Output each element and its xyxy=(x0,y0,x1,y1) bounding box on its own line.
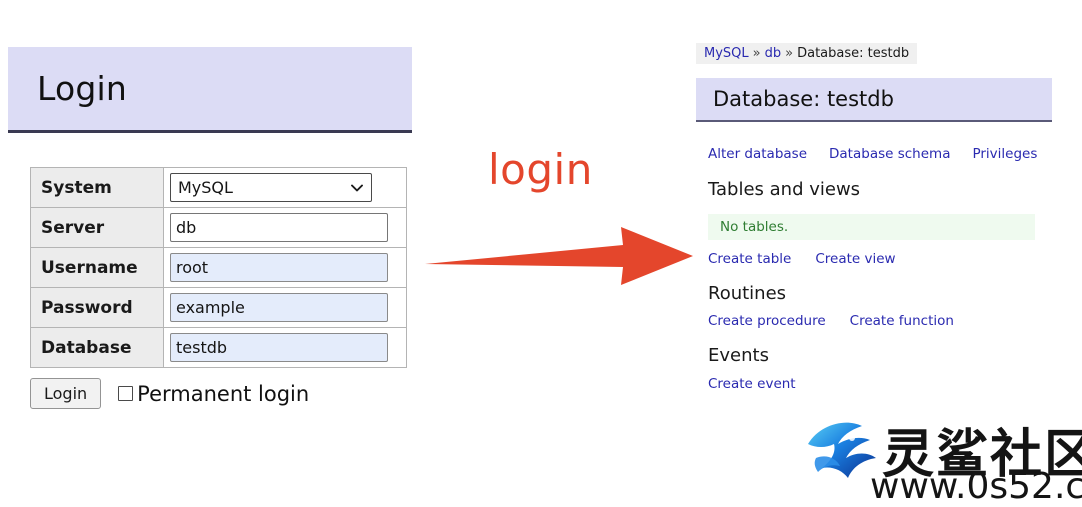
section-heading-routines: Routines xyxy=(708,283,787,304)
breadcrumb-separator: » xyxy=(785,46,794,61)
privileges-link[interactable]: Privileges xyxy=(972,146,1037,162)
field-label-password: Password xyxy=(30,287,164,328)
section-heading-events: Events xyxy=(708,345,769,366)
no-tables-notice-text: No tables. xyxy=(720,219,789,235)
table-row: System MySQL xyxy=(30,167,407,208)
database-action-links: Alter database Database schema Privilege… xyxy=(708,146,1037,162)
login-form-table: System MySQL Server Username xyxy=(30,167,407,368)
alter-database-link[interactable]: Alter database xyxy=(708,146,807,162)
table-row: Server xyxy=(30,207,407,248)
database-input[interactable] xyxy=(170,333,388,362)
tables-action-links: Create table Create view xyxy=(708,251,896,267)
login-button[interactable]: Login xyxy=(30,378,102,409)
create-function-link[interactable]: Create function xyxy=(850,313,954,329)
table-row: Password xyxy=(30,287,407,328)
page-title: Database: testdb xyxy=(713,87,894,111)
permanent-login-label: Permanent login xyxy=(137,381,310,406)
annotation-caption: login xyxy=(488,145,593,194)
server-input[interactable] xyxy=(170,213,388,242)
field-label-server: Server xyxy=(30,207,164,248)
field-cell-server xyxy=(163,207,407,248)
create-table-link[interactable]: Create table xyxy=(708,251,791,267)
events-action-links: Create event xyxy=(708,376,796,392)
field-cell-username xyxy=(163,247,407,288)
system-select[interactable]: MySQL xyxy=(170,173,372,202)
create-view-link[interactable]: Create view xyxy=(815,251,895,267)
database-panel-header: Database: testdb xyxy=(696,78,1052,122)
arrow-right-icon xyxy=(425,227,693,285)
routines-action-links: Create procedure Create function xyxy=(708,313,954,329)
watermark-url: www.0s52.com xyxy=(870,466,1082,507)
system-select-value: MySQL xyxy=(170,173,372,202)
adminer-login-panel: Login System MySQL Server db Username ro… xyxy=(0,0,420,502)
username-input[interactable] xyxy=(170,253,388,282)
breadcrumb: MySQL » db » Database: testdb xyxy=(696,43,918,64)
breadcrumb-item-mysql[interactable]: MySQL xyxy=(704,46,749,61)
create-event-link[interactable]: Create event xyxy=(708,376,796,392)
field-label-system: System xyxy=(30,167,164,208)
password-input[interactable] xyxy=(170,293,388,322)
database-schema-link[interactable]: Database schema xyxy=(829,146,950,162)
section-heading-tables-and-views: Tables and views xyxy=(708,179,861,200)
field-cell-database xyxy=(163,327,407,368)
breadcrumb-item-current: Database: testdb xyxy=(797,46,910,61)
login-actions-row: Login Permanent login xyxy=(30,378,309,409)
no-tables-notice: No tables. xyxy=(708,214,1035,240)
breadcrumb-item-db[interactable]: db xyxy=(765,46,782,61)
permanent-login-checkbox[interactable] xyxy=(118,386,134,401)
watermark: 灵鲨社区 www.0s52.com xyxy=(802,408,1082,507)
table-row: Username xyxy=(30,247,407,288)
field-label-database: Database xyxy=(30,327,164,368)
breadcrumb-separator: » xyxy=(752,46,761,61)
page-title: Login xyxy=(37,69,128,108)
field-cell-password xyxy=(163,287,407,328)
field-cell-system: MySQL xyxy=(163,167,407,208)
table-row: Database xyxy=(30,327,407,368)
field-label-username: Username xyxy=(30,247,164,288)
create-procedure-link[interactable]: Create procedure xyxy=(708,313,826,329)
transition-annotation: login xyxy=(420,145,695,290)
login-panel-header: Login xyxy=(8,47,412,133)
